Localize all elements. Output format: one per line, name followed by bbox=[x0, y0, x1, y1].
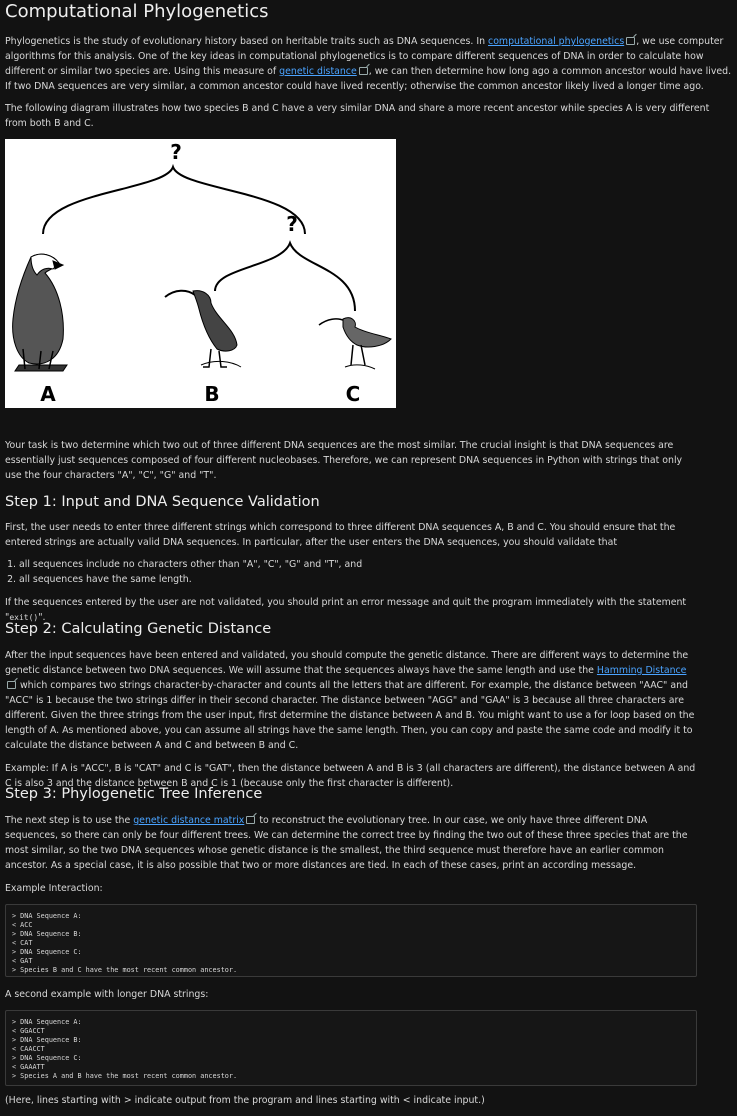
terminal-line: < GAAATT bbox=[12, 1063, 45, 1071]
diagram-caption: The following diagram illustrates how tw… bbox=[5, 103, 710, 129]
external-link-icon bbox=[7, 681, 16, 689]
intro-paragraph: Phylogenetics is the study of evolutiona… bbox=[5, 34, 732, 94]
step2-text-b: which compares two strings character-by-… bbox=[5, 680, 695, 751]
link-genetic-distance[interactable]: genetic distance bbox=[279, 66, 357, 77]
question-mark-mid: ? bbox=[286, 212, 298, 236]
step2-heading: Step 2: Calculating Genetic Distance bbox=[5, 621, 272, 637]
step3-paragraph: The next step is to use the genetic dist… bbox=[5, 813, 697, 873]
terminal-line: < GAT bbox=[12, 957, 33, 965]
terminal-line: > DNA Sequence A: bbox=[12, 912, 82, 920]
terminal-line: < CAACCT bbox=[12, 1045, 45, 1053]
validation-list: all sequences include no characters othe… bbox=[5, 557, 697, 587]
species-label-a: A bbox=[40, 382, 56, 406]
phylogenetic-diagram: ? ? A B C bbox=[5, 139, 396, 408]
intro-text-a: Phylogenetics is the study of evolutiona… bbox=[5, 36, 489, 47]
link-genetic-distance-matrix[interactable]: genetic distance matrix bbox=[133, 815, 244, 826]
curlew-icon bbox=[318, 317, 392, 370]
species-label-c: C bbox=[346, 382, 361, 406]
step2-text-a: After the input sequences have been ente… bbox=[5, 650, 689, 676]
terminal-line: > DNA Sequence A: bbox=[12, 1018, 82, 1026]
step2-paragraph: After the input sequences have been ente… bbox=[5, 648, 697, 753]
terminal-line: > DNA Sequence C: bbox=[12, 948, 82, 956]
external-link-icon bbox=[358, 67, 368, 75]
second-example-label: A second example with longer DNA strings… bbox=[5, 989, 209, 1000]
list-item: all sequences include no characters othe… bbox=[19, 557, 697, 572]
species-label-b: B bbox=[204, 382, 219, 406]
external-link-icon bbox=[246, 816, 256, 824]
example-terminal-1: > DNA Sequence A: < ACC > DNA Sequence B: <… bbox=[5, 904, 697, 977]
terminal-line: > DNA Sequence B: bbox=[12, 930, 82, 938]
step1-heading: Step 1: Input and DNA Sequence Validatio… bbox=[5, 494, 320, 510]
example-terminal-2: > DNA Sequence A: < GGACCT > DNA Sequence … bbox=[5, 1010, 697, 1086]
list-item: all sequences have the same length. bbox=[19, 572, 697, 587]
external-link-icon bbox=[626, 37, 636, 45]
terminal-line: > DNA Sequence C: bbox=[12, 1054, 82, 1062]
footer-note: (Here, lines starting with > indicate ou… bbox=[5, 1095, 485, 1106]
terminal-line: > Species A and B have the most recent c… bbox=[12, 1072, 238, 1080]
step3-heading: Step 3: Phylogenetic Tree Inference bbox=[5, 786, 263, 802]
terminal-line: > Species B and C have the most recent c… bbox=[12, 966, 238, 974]
terminal-line: > DNA Sequence B: bbox=[12, 1036, 82, 1044]
example-interaction-label: Example Interaction: bbox=[5, 883, 103, 894]
step3-text-a: The next step is to use the bbox=[5, 815, 134, 826]
page-title: Computational Phylogenetics bbox=[5, 1, 269, 22]
ibis-icon bbox=[164, 289, 242, 368]
link-computational-phylogenetics[interactable]: computational phylogenetics bbox=[488, 36, 624, 47]
terminal-line: < GGACCT bbox=[12, 1027, 45, 1035]
step1-paragraph: First, the user needs to enter three dif… bbox=[5, 522, 676, 548]
eagle-icon bbox=[12, 253, 68, 372]
terminal-line: < CAT bbox=[12, 939, 33, 947]
terminal-line: < ACC bbox=[12, 921, 33, 929]
question-mark-top: ? bbox=[170, 140, 182, 164]
task-description: Your task is two determine which two out… bbox=[5, 440, 683, 481]
link-hamming-distance[interactable]: Hamming Distance bbox=[597, 665, 687, 676]
